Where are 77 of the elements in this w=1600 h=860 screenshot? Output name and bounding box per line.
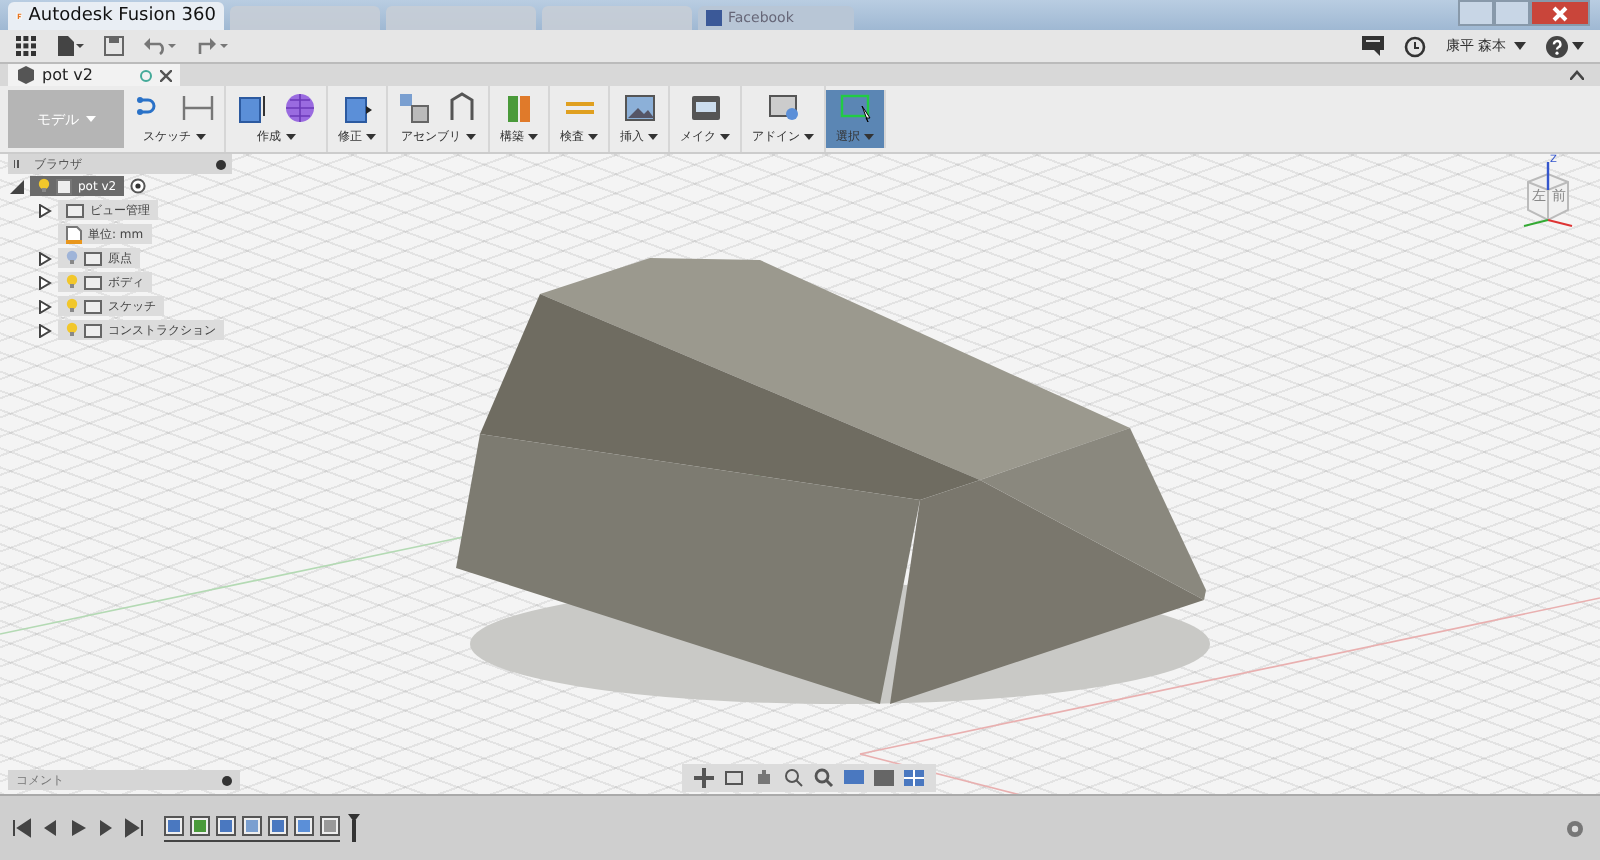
shell-feature-icon[interactable] (320, 815, 340, 835)
pin-icon[interactable] (222, 775, 232, 785)
lightbulb-icon[interactable] (66, 322, 78, 338)
skip-start-icon[interactable] (12, 818, 32, 838)
target-icon[interactable] (130, 178, 147, 194)
close-icon[interactable] (160, 69, 172, 81)
caret-icon (195, 134, 205, 140)
folder-icon (66, 201, 84, 219)
extrude-feature-icon[interactable] (294, 815, 314, 835)
step-back-icon[interactable] (40, 818, 60, 838)
sketch-feature-icon[interactable] (216, 815, 236, 835)
timeline-marker-icon[interactable] (348, 814, 360, 842)
caret-icon (465, 134, 475, 140)
collapse-icon[interactable] (1570, 70, 1584, 80)
status-dot-icon (140, 69, 152, 81)
caret-icon (1514, 42, 1526, 50)
lightbulb-icon[interactable] (66, 298, 78, 314)
window-title: Autodesk Fusion 360 (28, 6, 216, 26)
close-button[interactable] (1530, 0, 1590, 26)
display-icon[interactable] (844, 768, 864, 788)
sketch-feature-icon[interactable] (164, 815, 184, 835)
pan-icon[interactable] (754, 768, 774, 788)
caret-icon (528, 134, 538, 140)
zoom-icon[interactable] (784, 768, 804, 788)
step-forward-icon[interactable] (96, 818, 116, 838)
caret-icon (720, 134, 730, 140)
skip-end-icon[interactable] (124, 818, 144, 838)
caret-icon (648, 134, 658, 140)
save-icon[interactable] (104, 36, 124, 56)
file-menu-icon[interactable] (56, 36, 84, 56)
redo-icon[interactable] (196, 36, 228, 56)
caret-icon (1572, 42, 1584, 50)
3d-model-drawing[interactable] (456, 258, 1210, 704)
caret-icon (804, 134, 814, 140)
window-tab[interactable]: Autodesk Fusion 360 (8, 2, 224, 30)
document-tab[interactable]: pot v2 (8, 64, 180, 86)
grid-menu-icon[interactable] (16, 36, 36, 56)
image-icon (623, 92, 655, 124)
visual-style-icon[interactable] (874, 768, 894, 788)
expand-icon[interactable] (37, 203, 51, 217)
loft-feature-icon[interactable] (242, 815, 262, 835)
lightbulb-icon[interactable] (38, 178, 50, 194)
expanded-icon[interactable] (9, 179, 23, 193)
comment-icon[interactable] (1361, 36, 1384, 56)
caret-icon (366, 134, 376, 140)
pin-icon[interactable] (216, 159, 226, 169)
select-icon (839, 92, 871, 124)
grid-icon[interactable] (904, 768, 924, 788)
component-icon (56, 177, 72, 195)
help-menu[interactable] (1546, 35, 1584, 57)
orbit-icon[interactable] (694, 768, 714, 788)
box-icon (236, 92, 268, 124)
page-icon (706, 10, 722, 26)
sketch-feature-icon[interactable] (268, 815, 288, 835)
mesh-sphere-icon (284, 92, 316, 124)
clock-icon[interactable] (1403, 35, 1426, 57)
zoom-window-icon[interactable] (814, 768, 834, 788)
planes-icon (503, 92, 535, 124)
lightbulb-icon[interactable] (66, 274, 78, 290)
caret-icon (285, 134, 295, 140)
parts-icon (398, 92, 430, 124)
joint-icon (446, 92, 478, 124)
home-view-icon[interactable] (724, 768, 744, 788)
caret-icon (85, 116, 95, 122)
lightbulb-icon[interactable] (66, 250, 78, 266)
play-icon[interactable] (68, 818, 88, 838)
dimension-icon (182, 92, 214, 124)
push-pull-icon (341, 92, 373, 124)
close-icon (1552, 5, 1568, 21)
caret-icon (864, 134, 874, 140)
settings-icon[interactable] (1566, 819, 1584, 837)
help-icon (1546, 35, 1568, 57)
add-in-icon (767, 92, 799, 124)
caret-icon (588, 134, 598, 140)
plane-feature-icon[interactable] (190, 815, 210, 835)
undo-icon[interactable] (144, 36, 176, 56)
document-icon (66, 225, 82, 243)
